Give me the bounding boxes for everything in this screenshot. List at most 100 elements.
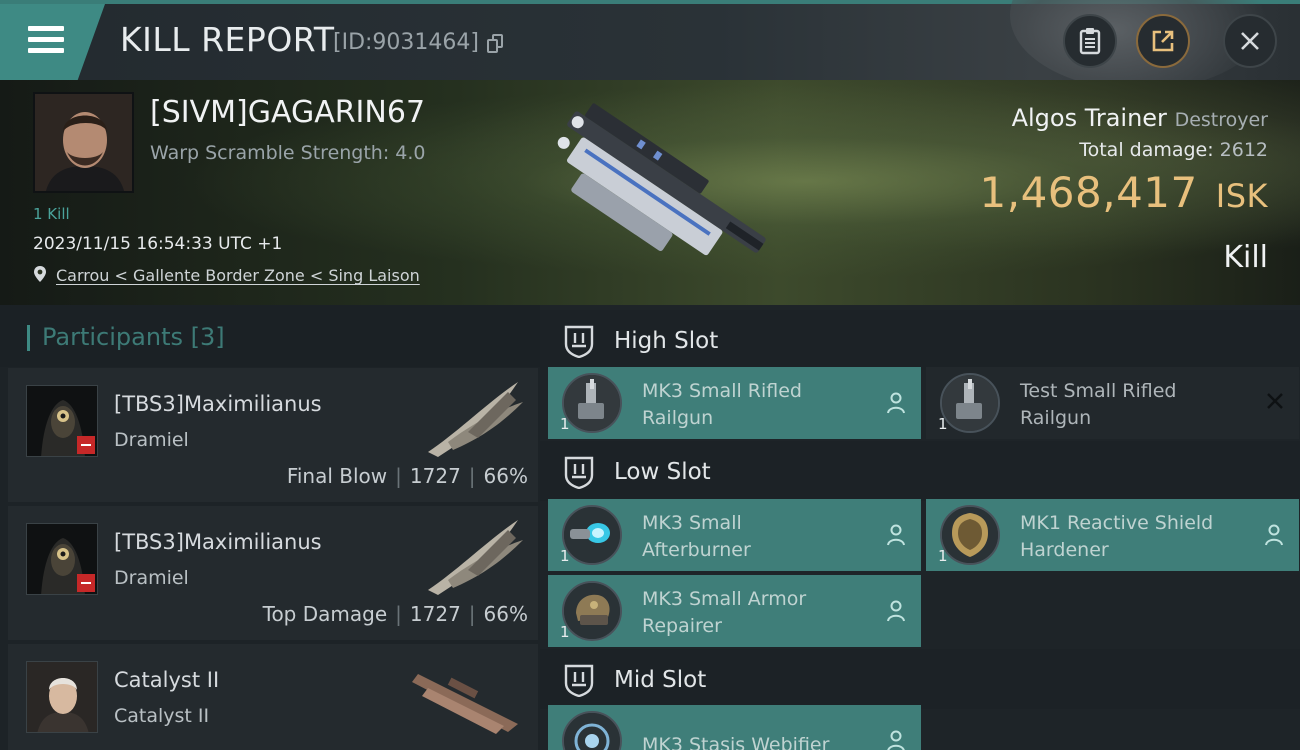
victim-ship-image xyxy=(557,103,766,256)
module-mk3-small-armor-repairer[interactable]: 1 MK3 Small Armor Repairer xyxy=(548,575,921,647)
location-pin-icon xyxy=(34,266,46,282)
participant-damage: 1727 xyxy=(409,602,461,626)
clipboard-icon xyxy=(1079,28,1101,55)
total-damage-label: Total damage: xyxy=(1079,139,1214,161)
module-mk3-stasis-webifier[interactable]: 1 MK3 Stasis Webifier xyxy=(548,705,921,750)
person-icon xyxy=(1265,524,1283,546)
clipboard-button[interactable] xyxy=(1063,14,1117,68)
victim-name[interactable]: [SIVM]GAGARIN67 xyxy=(150,95,425,130)
module-quantity: 1 xyxy=(938,415,948,433)
dropped-x-icon xyxy=(1267,393,1283,409)
participant-tag: Top Damage xyxy=(262,602,388,626)
module-name-line: Railgun xyxy=(1020,407,1092,429)
ship-name: Algos Trainer xyxy=(1011,104,1167,132)
participant-tag: Final Blow xyxy=(286,464,388,488)
close-button[interactable] xyxy=(1223,14,1277,68)
module-name: MK1 Reactive Shield Hardener xyxy=(1020,510,1240,564)
warp-scramble-strength: Warp Scramble Strength: 4.0 xyxy=(150,142,426,164)
mid-slot-header: Mid Slot xyxy=(540,649,1300,709)
module-quantity: 1 xyxy=(938,547,948,565)
participant-percent: 66% xyxy=(483,602,528,626)
total-damage-value: 2612 xyxy=(1219,139,1268,161)
module-name: MK3 Stasis Webifier xyxy=(642,732,862,750)
module-name: Test Small Rifled Railgun xyxy=(1020,378,1240,432)
shield-hardener-icon xyxy=(940,505,1000,565)
kill-summary: [SIVM]GAGARIN67 Warp Scramble Strength: … xyxy=(0,80,1300,305)
hostile-flag-icon xyxy=(77,574,95,592)
module-name-line: MK3 Small Rifled xyxy=(642,380,802,402)
mid-slot-icon xyxy=(564,664,594,697)
menu-button[interactable] xyxy=(0,4,105,80)
ship-class: Destroyer xyxy=(1174,109,1268,131)
person-icon xyxy=(887,392,905,414)
kill-location-link[interactable]: Carrou < Gallente Border Zone < Sing Lai… xyxy=(56,266,420,285)
low-slot-header: Low Slot xyxy=(540,441,1300,501)
fittings-panel: High Slot 1 MK3 Small Rifled Railgun 1 T… xyxy=(540,305,1300,750)
victim-ship[interactable]: Algos Trainer Destroyer xyxy=(1012,104,1268,132)
participant-ship: Dramiel xyxy=(114,567,189,589)
module-name: MK3 Small Afterburner xyxy=(642,510,862,564)
module-quantity: 1 xyxy=(560,415,570,433)
participant-avatar xyxy=(26,523,98,595)
participant-ship-image xyxy=(412,674,518,734)
kill-count: 1 Kill xyxy=(33,205,70,223)
module-mk3-small-afterburner[interactable]: 1 MK3 Small Afterburner xyxy=(548,499,921,571)
stasis-webifier-icon xyxy=(562,711,622,750)
high-slot-header: High Slot xyxy=(540,310,1300,370)
low-slot-label: Low Slot xyxy=(614,459,711,485)
hostile-flag-icon xyxy=(77,436,95,454)
copy-icon[interactable] xyxy=(487,34,505,54)
railgun-icon xyxy=(562,373,622,433)
participant-ship-image xyxy=(428,382,523,457)
participant-row[interactable]: [TBS3]Maximilianus Dramiel Final Blow | 17… xyxy=(8,368,538,502)
participants-header: Participants [3] xyxy=(0,305,540,367)
afterburner-icon xyxy=(562,505,622,565)
isk-value: 1,468,417 ISK xyxy=(980,168,1269,217)
high-slot-icon xyxy=(564,325,594,358)
module-name-line: MK3 Small Armor xyxy=(642,588,807,610)
close-icon xyxy=(1241,32,1259,50)
menu-icon xyxy=(28,26,64,54)
total-damage: Total damage: 2612 xyxy=(1079,139,1268,161)
module-name-line: Afterburner xyxy=(642,539,751,561)
module-name-line: Hardener xyxy=(1020,539,1109,561)
isk-amount: 1,468,417 xyxy=(979,168,1198,217)
participant-ship-image xyxy=(428,520,523,595)
participant-ship: Dramiel xyxy=(114,429,189,451)
participant-avatar xyxy=(26,661,98,733)
participant-ship: Catalyst II xyxy=(114,705,210,727)
participants-count: [3] xyxy=(190,323,225,351)
participant-stats: Top Damage | 1727 | 66% xyxy=(262,602,528,626)
victim-portrait[interactable] xyxy=(33,92,134,193)
participant-avatar xyxy=(26,385,98,457)
module-name-line: MK3 Stasis Webifier xyxy=(642,734,830,750)
module-quantity: 1 xyxy=(560,623,570,641)
participant-row[interactable]: Catalyst II Catalyst II xyxy=(8,644,538,750)
mid-slot-label: Mid Slot xyxy=(614,667,707,693)
page-title: KILL REPORT xyxy=(120,20,335,59)
participants-title-label: Participants xyxy=(42,323,183,351)
participant-name: [TBS3]Maximilianus xyxy=(114,530,322,554)
module-mk3-small-rifled-railgun[interactable]: 1 MK3 Small Rifled Railgun xyxy=(548,367,921,439)
header-accent-bar xyxy=(27,325,30,351)
participant-row[interactable]: [TBS3]Maximilianus Dramiel Top Damage | 17… xyxy=(8,506,538,640)
share-icon xyxy=(1152,30,1174,52)
railgun-icon xyxy=(940,373,1000,433)
module-name-line: Railgun xyxy=(642,407,714,429)
kill-type-label: Kill xyxy=(1223,240,1268,275)
module-mk1-reactive-shield-hardener[interactable]: 1 MK1 Reactive Shield Hardener xyxy=(926,499,1299,571)
top-bar: KILL REPORT [ID:9031464] xyxy=(0,0,1300,80)
share-button[interactable] xyxy=(1136,14,1190,68)
participant-name: Catalyst II xyxy=(114,668,220,692)
module-test-small-rifled-railgun[interactable]: 1 Test Small Rifled Railgun xyxy=(926,367,1299,439)
person-icon xyxy=(887,730,905,750)
participant-percent: 66% xyxy=(483,464,528,488)
report-id: [ID:9031464] xyxy=(333,30,479,55)
high-slot-label: High Slot xyxy=(614,328,719,354)
module-name-line: MK1 Reactive Shield xyxy=(1020,512,1214,534)
person-icon xyxy=(887,524,905,546)
module-name-line: Repairer xyxy=(642,615,722,637)
participants-panel: Participants [3] [TBS3]Maximilianus Dram… xyxy=(0,305,540,750)
participant-stats: Final Blow | 1727 | 66% xyxy=(286,464,528,488)
module-name: MK3 Small Rifled Railgun xyxy=(642,378,862,432)
